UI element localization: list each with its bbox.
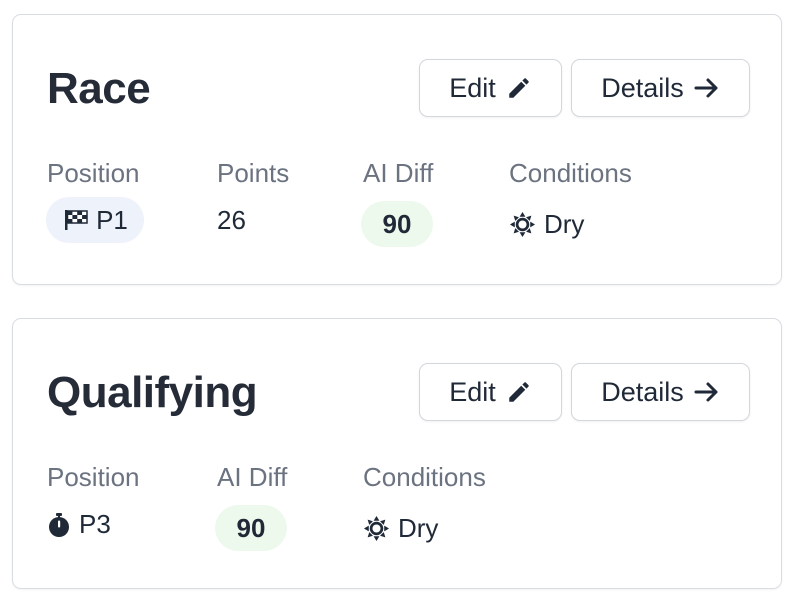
points-label: Points: [217, 158, 290, 188]
position-value-row: P3: [47, 509, 111, 540]
arrow-right-icon: [694, 381, 720, 403]
edit-button[interactable]: Edit: [419, 59, 562, 117]
conditions-label: Conditions: [363, 462, 486, 492]
ai-diff-value: 90: [382, 208, 412, 239]
sun-icon: [509, 211, 544, 238]
pencil-icon: [506, 379, 532, 405]
points-value: 26: [217, 205, 246, 235]
card-title: Race: [47, 64, 151, 113]
ai-diff-label: AI Diff: [217, 462, 288, 492]
race-card: Race Edit Details Position P1 Points 26 …: [12, 14, 782, 285]
position-label: Position: [47, 158, 140, 188]
position-value: P3: [79, 509, 111, 539]
qualifying-card: Qualifying Edit Details Position P3 AI D…: [12, 318, 782, 589]
conditions-text: Dry: [398, 513, 439, 543]
card-title: Qualifying: [47, 368, 258, 417]
details-button[interactable]: Details: [571, 363, 750, 421]
edit-button-label: Edit: [449, 72, 496, 103]
details-button-label: Details: [601, 376, 684, 407]
position-badge: P1: [46, 197, 144, 243]
edit-button[interactable]: Edit: [419, 363, 562, 421]
sun-icon: [363, 515, 398, 542]
conditions-value: Dry: [509, 209, 584, 240]
conditions-value: Dry: [363, 513, 438, 544]
position-label: Position: [47, 462, 140, 492]
stopwatch-icon: [47, 512, 79, 538]
arrow-right-icon: [694, 77, 720, 99]
ai-diff-badge: 90: [215, 505, 287, 551]
conditions-text: Dry: [544, 209, 585, 239]
position-value: P1: [96, 204, 128, 235]
ai-diff-badge: 90: [361, 201, 433, 247]
pencil-icon: [506, 75, 532, 101]
checkered-flag-icon: [62, 208, 96, 232]
edit-button-label: Edit: [449, 376, 496, 407]
details-button[interactable]: Details: [571, 59, 750, 117]
details-button-label: Details: [601, 72, 684, 103]
ai-diff-label: AI Diff: [363, 158, 434, 188]
conditions-label: Conditions: [509, 158, 632, 188]
ai-diff-value: 90: [236, 512, 266, 543]
